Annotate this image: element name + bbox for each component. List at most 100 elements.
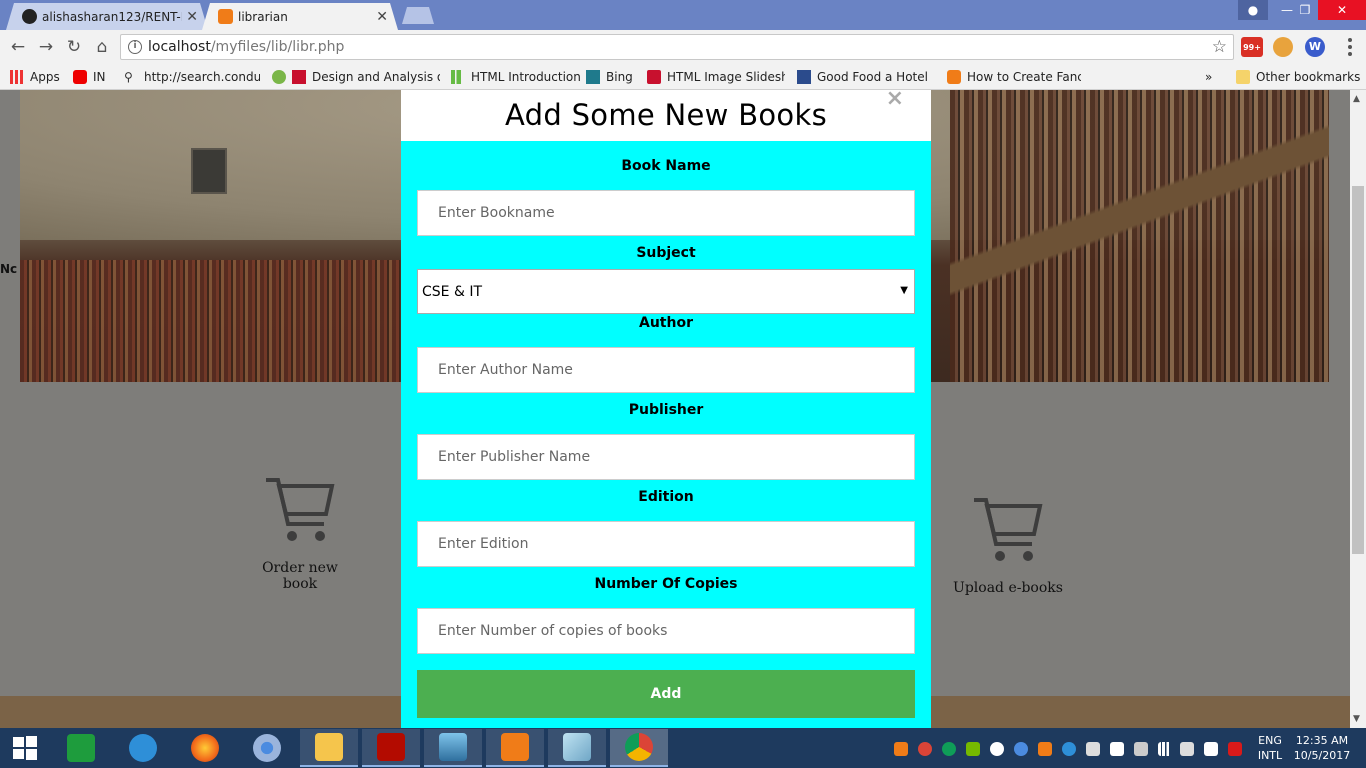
bookmark-in[interactable]: IN (73, 68, 106, 86)
info-icon[interactable]: i (128, 40, 142, 54)
back-icon[interactable]: ← (8, 37, 28, 57)
ie-taskbar-item[interactable] (114, 729, 172, 767)
bookmark-label: Other bookmarks (1256, 70, 1361, 84)
copies-input[interactable]: Enter Number of copies of books (417, 608, 915, 654)
publisher-label: Publisher (628, 402, 704, 418)
tab-strip: alishasharan123/RENT-IT ✕ librarian ✕ ● … (0, 0, 1366, 30)
photos-taskbar-item[interactable] (424, 729, 482, 767)
input-language[interactable]: ENG INTL (1254, 733, 1286, 763)
bookmark-label: HTML Introduction (471, 70, 581, 84)
tray-nvidia-icon[interactable] (966, 742, 980, 756)
close-tab-icon[interactable]: ✕ (186, 9, 198, 25)
book-name-label: Book Name (621, 158, 711, 174)
bookmark-html-intro[interactable]: HTML Introduction (451, 68, 581, 86)
n-icon (292, 70, 306, 84)
home-icon[interactable]: ⌂ (92, 37, 112, 57)
store-taskbar-item[interactable] (52, 729, 110, 767)
copies-label: Number Of Copies (594, 576, 738, 592)
extension-icon[interactable] (1273, 37, 1293, 57)
edition-input[interactable]: Enter Edition (417, 521, 915, 567)
profile-icon[interactable]: ● (1238, 0, 1268, 20)
tray-shield-icon[interactable] (1086, 742, 1100, 756)
bookmark-apps[interactable]: Apps (10, 68, 60, 86)
scroll-down-icon[interactable]: ▼ (1353, 714, 1360, 724)
scroll-up-icon[interactable]: ▲ (1353, 94, 1360, 104)
tray-app-icon[interactable] (894, 742, 908, 756)
add-books-modal: Add Some New Books × Book Name Enter Boo… (401, 88, 931, 728)
publisher-input[interactable]: Enter Publisher Name (417, 434, 915, 480)
bookmark-good-food[interactable]: Good Food a Hotel C (797, 68, 931, 86)
new-tab-button[interactable] (402, 7, 434, 24)
subject-label: Subject (636, 245, 696, 261)
book-name-input[interactable]: Enter Bookname (417, 190, 915, 236)
apps-grid-icon (10, 70, 24, 84)
tray-network-icon[interactable] (1134, 742, 1148, 756)
order-new-book-card[interactable]: Order new book (250, 472, 350, 592)
tray-chrome-icon[interactable] (918, 742, 932, 756)
acrobat-taskbar-item[interactable] (362, 729, 420, 767)
search-icon: ⚲ (124, 70, 133, 84)
dropdown-arrow-icon: ▼ (900, 285, 908, 296)
bookmark-design-analysis[interactable]: Design and Analysis o (272, 68, 440, 86)
author-label: Author (639, 315, 693, 331)
xampp-taskbar-item[interactable] (486, 729, 544, 767)
lang-code: ENG (1258, 734, 1282, 747)
forward-icon[interactable]: → (36, 37, 56, 57)
tray-compass-icon[interactable] (1062, 742, 1076, 756)
ext-badge: 99+ (1243, 43, 1261, 52)
clock[interactable]: 12:35 AM 10/5/2017 (1292, 733, 1352, 763)
card-label: book (282, 576, 318, 592)
tray-onedrive-icon[interactable] (990, 742, 1004, 756)
tray-chromium-icon[interactable] (1014, 742, 1028, 756)
bookmark-star-icon[interactable]: ☆ (1212, 37, 1227, 57)
close-icon[interactable]: × (886, 88, 904, 110)
tray-flag-icon[interactable] (1110, 742, 1124, 756)
firefox-taskbar-item[interactable] (176, 729, 234, 767)
menu-icon[interactable] (1348, 38, 1352, 56)
close-window-button[interactable]: ✕ (1318, 0, 1366, 20)
reload-icon[interactable]: ↻ (64, 37, 84, 57)
signal-icon[interactable] (1158, 742, 1172, 756)
chromium-taskbar-item[interactable] (238, 729, 296, 767)
bookmarks-overflow[interactable]: » (1205, 68, 1212, 86)
youtube-icon (73, 70, 87, 84)
chart-icon (451, 70, 465, 84)
scroll-thumb[interactable] (1352, 186, 1364, 554)
start-button[interactable] (0, 729, 50, 767)
add-button[interactable]: Add (417, 670, 915, 718)
tray-xampp-icon[interactable] (1038, 742, 1052, 756)
cart-icon (974, 498, 1043, 561)
tray-q-icon[interactable] (1228, 742, 1242, 756)
author-input[interactable]: Enter Author Name (417, 347, 915, 393)
bookmark-html-slideshow[interactable]: HTML Image Slidesho (647, 68, 785, 86)
bookmark-label: Apps (30, 70, 60, 84)
w-extension-icon[interactable]: W (1305, 37, 1325, 57)
chrome-taskbar-item[interactable] (610, 729, 668, 767)
tab-librarian[interactable]: librarian ✕ (202, 3, 398, 30)
firefox-icon (191, 734, 219, 762)
upload-ebooks-card[interactable]: Upload e-books (950, 492, 1066, 596)
modal-header: Add Some New Books × (401, 88, 931, 141)
bookmark-conduit[interactable]: ⚲ http://search.conduit (124, 68, 260, 86)
xampp-icon (501, 733, 529, 761)
other-bookmarks[interactable]: Other bookmarks (1236, 68, 1360, 86)
address-bar[interactable]: i localhost /myfiles/lib/libr.php ☆ (120, 34, 1234, 60)
battery-icon[interactable] (1204, 742, 1218, 756)
tray-chrome-icon[interactable] (942, 742, 956, 756)
bookmark-fancy[interactable]: How to Create Fancy (947, 68, 1081, 86)
xampp-icon (218, 9, 233, 24)
page-scrollbar[interactable]: ▲ ▼ (1350, 90, 1366, 728)
bookmark-bing[interactable]: Bing (586, 68, 633, 86)
maximize-button[interactable]: ❐ (1290, 0, 1320, 20)
tab-github[interactable]: alishasharan123/RENT-IT ✕ (6, 3, 208, 30)
hexagon-icon (947, 70, 961, 84)
subject-select[interactable]: CSE & IT ▼ (417, 269, 915, 314)
modal-title: Add Some New Books (505, 98, 827, 132)
bookmark-label: http://search.conduit (144, 70, 260, 84)
gmail-extension-icon[interactable]: 99+ (1241, 37, 1263, 57)
file-explorer-taskbar-item[interactable] (300, 729, 358, 767)
notepad-taskbar-item[interactable] (548, 729, 606, 767)
volume-mute-icon[interactable] (1180, 742, 1194, 756)
side-nav-text: Nc (0, 262, 18, 276)
close-tab-icon[interactable]: ✕ (376, 9, 388, 25)
